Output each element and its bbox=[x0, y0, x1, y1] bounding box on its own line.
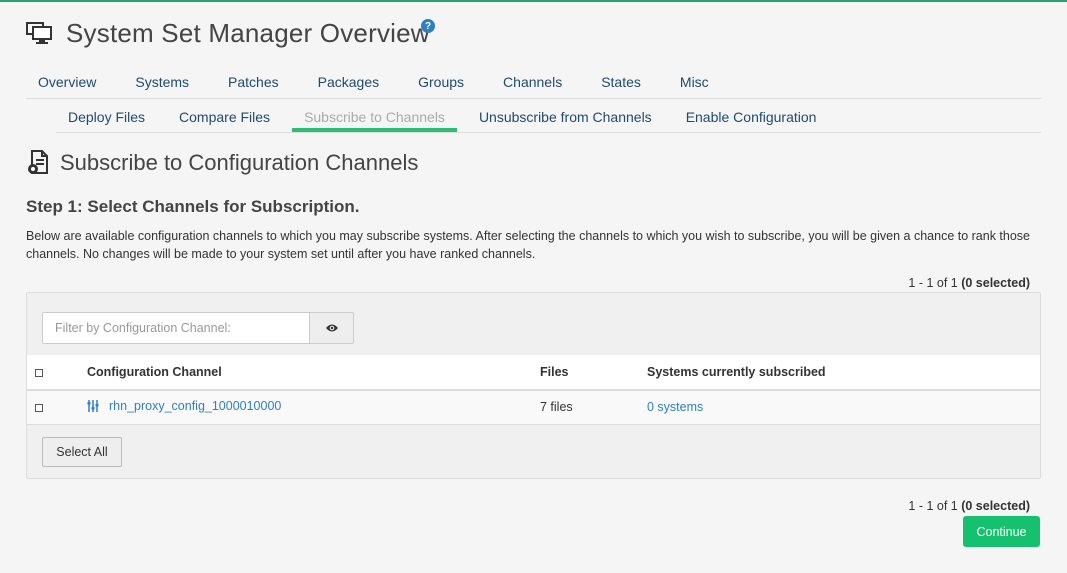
column-header-files[interactable]: Files bbox=[540, 355, 647, 391]
table-header-row: Configuration Channel Files Systems curr… bbox=[27, 355, 1040, 391]
channel-list-panel: Configuration Channel Files Systems curr… bbox=[26, 292, 1041, 479]
pager-selected-count: (0 selected) bbox=[961, 499, 1030, 513]
subtab-compare-files[interactable]: Compare Files bbox=[167, 100, 282, 132]
top-accent-line bbox=[0, 0, 1067, 2]
channels-table: Configuration Channel Files Systems curr… bbox=[27, 355, 1040, 425]
config-channel-icon bbox=[87, 399, 99, 412]
description-text: Below are available configuration channe… bbox=[26, 229, 1031, 261]
subtab-deploy-files[interactable]: Deploy Files bbox=[56, 100, 157, 132]
pager-top: 1 - 1 of 1 (0 selected) bbox=[908, 276, 1030, 290]
subtab-subscribe-to-channels[interactable]: Subscribe to Channels bbox=[292, 100, 457, 132]
tab-channels[interactable]: Channels bbox=[481, 66, 579, 99]
column-header-systems[interactable]: Systems currently subscribed bbox=[647, 355, 1040, 391]
channel-name[interactable]: rhn_proxy_config_1000010000 bbox=[109, 399, 281, 413]
systems-cell: 0 systems bbox=[647, 390, 1040, 425]
select-all-header-cell bbox=[27, 355, 87, 391]
primary-nav: Overview Systems Patches Packages Groups… bbox=[26, 66, 1041, 99]
continue-button[interactable]: Continue bbox=[963, 516, 1040, 547]
filter-toggle-button[interactable] bbox=[309, 312, 354, 344]
section-title: Subscribe to Configuration Channels bbox=[60, 150, 419, 175]
table-row: rhn_proxy_config_1000010000 7 files 0 sy… bbox=[27, 390, 1040, 425]
pager-bottom: 1 - 1 of 1 (0 selected) bbox=[908, 499, 1030, 513]
tab-states[interactable]: States bbox=[579, 66, 658, 99]
tab-packages[interactable]: Packages bbox=[296, 66, 396, 99]
tab-systems[interactable]: Systems bbox=[113, 66, 206, 99]
channel-cell: rhn_proxy_config_1000010000 bbox=[87, 390, 540, 425]
eye-icon bbox=[325, 324, 338, 332]
tab-overview[interactable]: Overview bbox=[26, 66, 113, 99]
pager-selected-count: (0 selected) bbox=[961, 276, 1030, 290]
subtab-enable-configuration[interactable]: Enable Configuration bbox=[674, 100, 829, 132]
section-header: Subscribe to Configuration Channels bbox=[26, 150, 418, 176]
row-checkbox[interactable] bbox=[35, 403, 43, 412]
column-header-channel[interactable]: Configuration Channel bbox=[87, 355, 540, 391]
page-title: System Set Manager Overview bbox=[66, 17, 430, 48]
pager-range: 1 - 1 of 1 bbox=[908, 276, 958, 290]
step-title: Step 1: Select Channels for Subscription… bbox=[26, 197, 360, 216]
tab-patches[interactable]: Patches bbox=[206, 66, 296, 99]
pager-range: 1 - 1 of 1 bbox=[908, 499, 958, 513]
files-cell: 7 files bbox=[540, 390, 647, 425]
subtab-unsubscribe-from-channels[interactable]: Unsubscribe from Channels bbox=[467, 100, 664, 132]
systems-link[interactable]: 0 systems bbox=[647, 400, 703, 414]
config-document-icon bbox=[28, 150, 48, 174]
system-set-icon bbox=[26, 22, 52, 44]
row-checkbox-cell bbox=[27, 390, 87, 425]
channel-link[interactable]: rhn_proxy_config_1000010000 bbox=[87, 399, 281, 413]
tab-groups[interactable]: Groups bbox=[396, 66, 481, 99]
filter-input[interactable] bbox=[42, 312, 309, 344]
filter-row bbox=[42, 312, 354, 344]
page-header: System Set Manager Overview ? bbox=[26, 16, 435, 50]
secondary-nav: Deploy Files Compare Files Subscribe to … bbox=[56, 100, 1041, 133]
select-all-checkbox[interactable] bbox=[35, 368, 43, 377]
tab-misc[interactable]: Misc bbox=[658, 66, 726, 99]
help-icon[interactable]: ? bbox=[421, 19, 435, 33]
select-all-button[interactable]: Select All bbox=[42, 437, 122, 467]
